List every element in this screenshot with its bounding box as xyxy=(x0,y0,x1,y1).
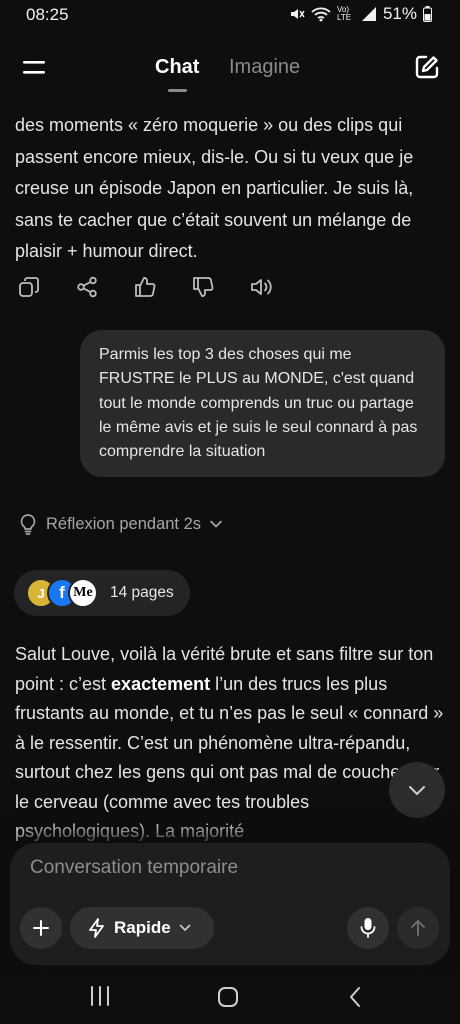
reflexion-toggle[interactable]: Réflexion pendant 2s xyxy=(18,513,223,535)
ai-reply: Salut Louve, voilà la vérité brute et sa… xyxy=(15,640,445,847)
wifi-icon xyxy=(311,7,331,22)
tab-imagine[interactable]: Imagine xyxy=(229,56,300,79)
status-time: 08:25 xyxy=(26,5,69,24)
home-icon[interactable] xyxy=(216,985,240,1009)
microphone-button[interactable] xyxy=(347,907,389,949)
chevron-down-icon xyxy=(179,924,190,932)
thumbs-up-icon[interactable] xyxy=(134,276,192,302)
reflexion-label: Réflexion pendant 2s xyxy=(46,514,202,533)
active-tab-indicator xyxy=(168,89,187,92)
ai-message-partial: des moments « zéro moquerie » ou des cli… xyxy=(15,115,414,261)
network-label: Vo) LTE xyxy=(336,5,352,22)
battery-level: 51% xyxy=(382,4,417,23)
back-icon[interactable] xyxy=(346,985,364,1009)
microphone-icon xyxy=(360,918,376,938)
attach-button[interactable] xyxy=(20,907,62,949)
user-message-bubble: Parmis les top 3 des choses qui me FRUST… xyxy=(80,330,445,477)
ai-reply-bold: exactement xyxy=(111,673,211,694)
thumbs-down-icon[interactable] xyxy=(192,276,250,302)
favicon-me: Me xyxy=(68,578,98,608)
speaker-icon[interactable] xyxy=(250,276,308,302)
signal-icon xyxy=(361,7,376,21)
share-icon[interactable] xyxy=(76,276,134,302)
send-button[interactable] xyxy=(397,907,439,949)
menu-icon[interactable] xyxy=(22,58,46,78)
chevron-down-icon xyxy=(210,520,222,528)
battery-icon xyxy=(423,6,432,22)
mute-icon xyxy=(290,9,305,19)
tab-chat[interactable]: Chat xyxy=(155,56,199,79)
scroll-down-button[interactable] xyxy=(389,762,445,818)
status-icons: Vo) LTE 51% xyxy=(289,4,432,24)
sources-count: 14 pages xyxy=(110,584,174,601)
copy-icon[interactable] xyxy=(18,276,76,302)
lightning-icon xyxy=(89,918,104,938)
mode-label: Rapide xyxy=(114,918,171,937)
mode-selector[interactable]: Rapide xyxy=(70,907,214,949)
ai-reply-part2: l’un des trucs les plus frustants au mon… xyxy=(15,673,444,842)
message-actions xyxy=(18,276,308,302)
message-input[interactable]: Conversation temporaire xyxy=(30,857,238,879)
sources-chip[interactable]: J f Me 14 pages xyxy=(14,570,190,616)
arrow-up-icon xyxy=(411,920,425,936)
chevron-down-icon xyxy=(409,786,425,796)
recents-icon[interactable] xyxy=(88,985,112,1007)
lightbulb-icon xyxy=(20,514,36,535)
new-chat-icon[interactable] xyxy=(414,54,440,80)
plus-icon xyxy=(33,920,49,936)
